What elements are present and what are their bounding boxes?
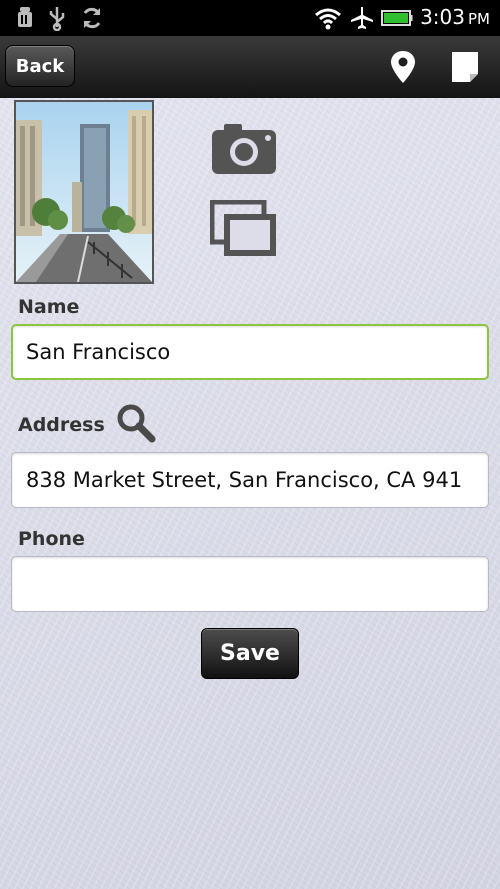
- wifi-icon: [315, 8, 341, 30]
- battery-icon: [381, 10, 413, 26]
- debug-icon: [18, 7, 32, 27]
- name-field[interactable]: [11, 324, 489, 380]
- phone-label: Phone: [18, 528, 85, 550]
- action-bar: Back: [0, 36, 500, 99]
- airplane-icon: [351, 7, 373, 29]
- address-label: Address: [18, 414, 105, 436]
- usb-icon: [49, 7, 65, 31]
- status-bar: 3:03 PM: [0, 0, 500, 36]
- clock-ampm: PM: [468, 10, 490, 28]
- map-pin-icon[interactable]: [390, 50, 416, 84]
- back-button[interactable]: Back: [5, 45, 75, 87]
- search-icon[interactable]: [115, 402, 157, 444]
- clock: 3:03 PM: [420, 5, 490, 29]
- place-photo[interactable]: [14, 100, 154, 284]
- camera-icon[interactable]: [210, 122, 278, 176]
- name-label: Name: [18, 296, 80, 318]
- clock-time: 3:03: [420, 5, 465, 29]
- save-button[interactable]: Save: [201, 628, 299, 679]
- edit-place-form: Name Address Phone Save: [0, 98, 500, 889]
- address-field[interactable]: [11, 452, 489, 508]
- gallery-icon[interactable]: [210, 200, 278, 258]
- street-photo-image: [16, 102, 152, 282]
- sync-icon: [83, 7, 101, 29]
- phone-field[interactable]: [11, 556, 489, 612]
- note-icon[interactable]: [450, 50, 480, 84]
